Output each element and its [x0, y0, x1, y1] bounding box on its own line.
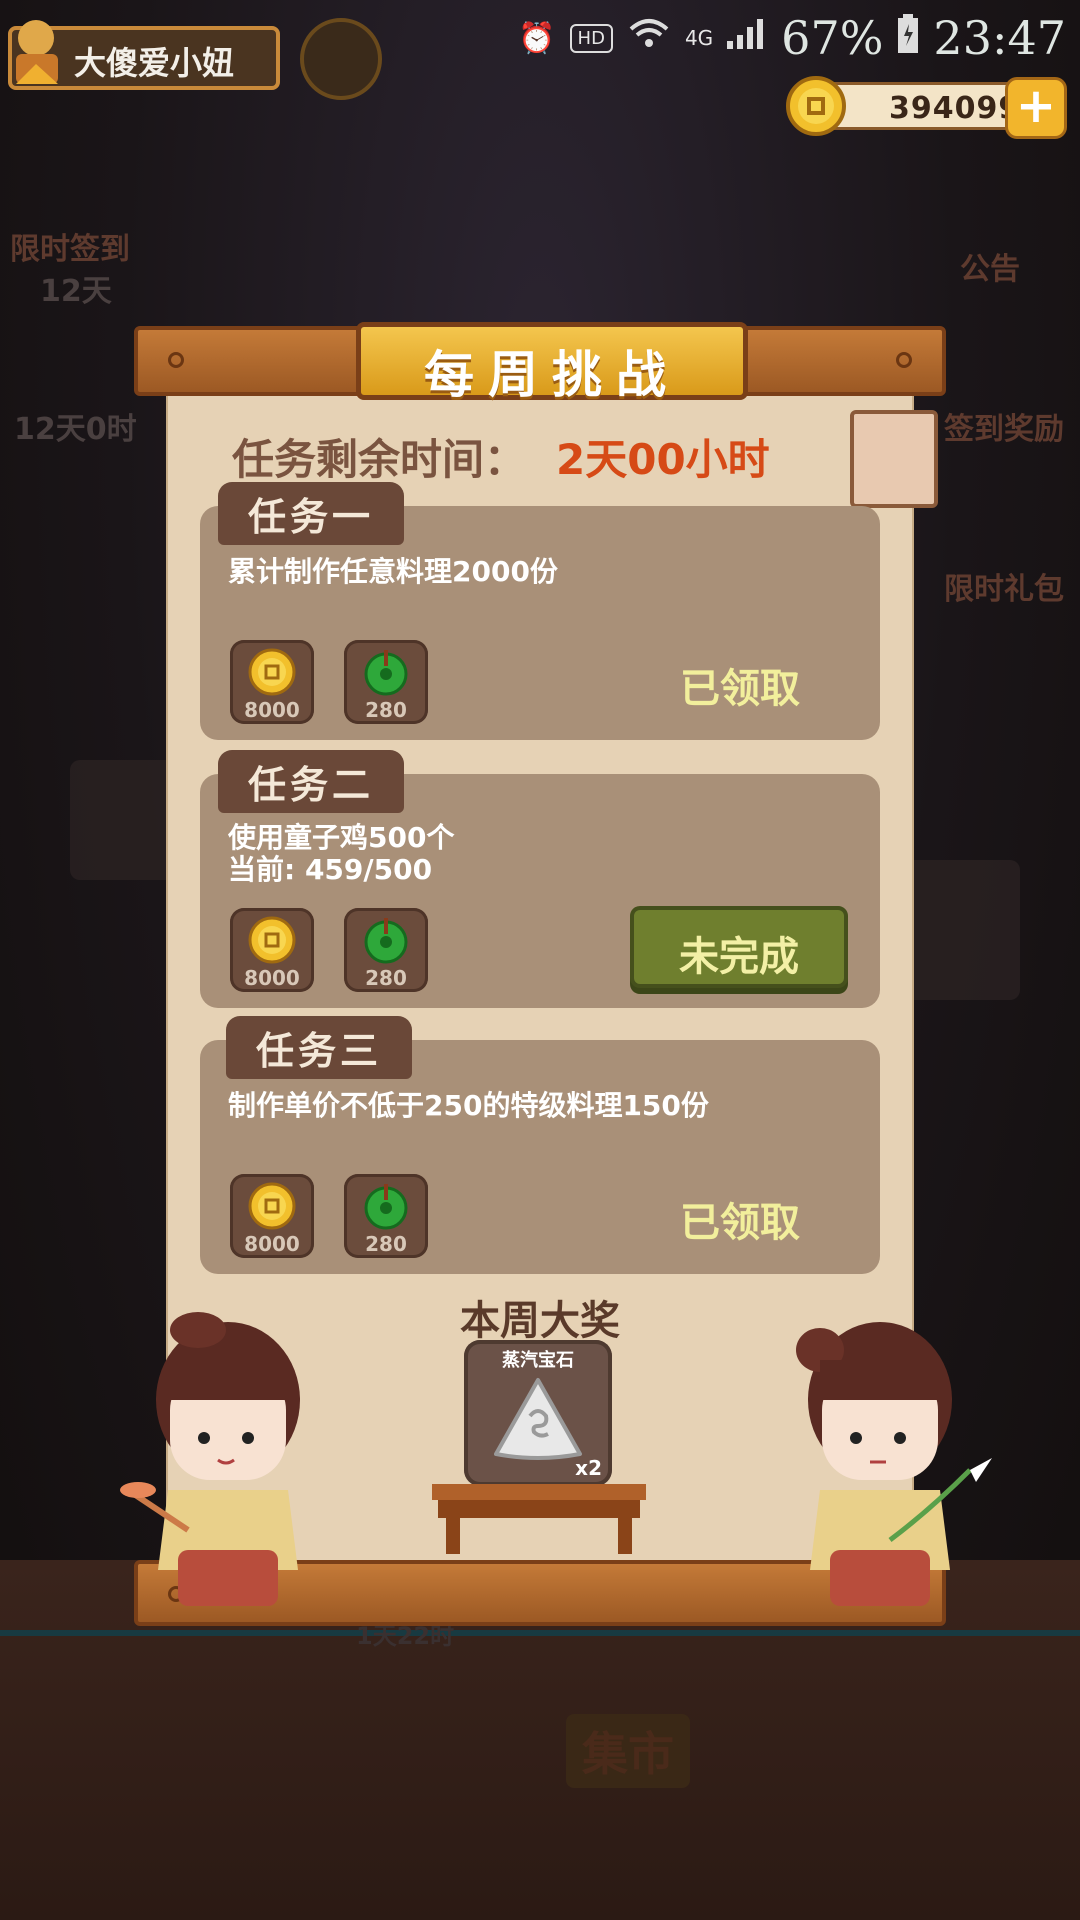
green-jade-icon	[362, 1182, 410, 1234]
network-type: 4G	[684, 26, 714, 50]
claimed-status: 已领取	[680, 1200, 800, 1246]
player-name-plate[interactable]: 大傻爱小妞	[8, 20, 280, 90]
bg-shop-left	[70, 760, 180, 880]
reward-amount: 8000	[244, 698, 300, 722]
reward-coin: 8000	[230, 908, 314, 992]
grand-prize-item[interactable]: 蒸汽宝石 x2	[464, 1340, 612, 1486]
gold-coin-icon	[785, 75, 847, 141]
reward-amount: 280	[365, 698, 407, 722]
signal-icon	[727, 19, 767, 57]
announcement-label[interactable]: 公告	[960, 244, 1020, 288]
reward-amount: 8000	[244, 1232, 300, 1256]
task-tab: 任务三	[226, 1016, 413, 1079]
prize-name: 蒸汽宝石	[502, 1350, 574, 1371]
bg-stripe	[0, 1630, 1080, 1636]
gold-coin-icon	[248, 1182, 296, 1234]
bg-shop-right	[900, 860, 1020, 1000]
clock: 23:47	[933, 11, 1066, 65]
task-description: 使用童子鸡500个	[228, 821, 455, 854]
player-name: 大傻爱小妞	[74, 44, 235, 82]
reward-jade: 280	[344, 908, 428, 992]
claimed-status: 已领取	[680, 666, 800, 712]
reward-amount: 8000	[244, 966, 300, 990]
green-jade-icon	[362, 916, 410, 968]
gold-coin-icon	[248, 648, 296, 700]
coin-amount: 394099	[889, 91, 1021, 126]
remaining-time: 任务剩余时间： 2天00小时	[232, 426, 770, 487]
task-tab: 任务二	[218, 750, 405, 813]
rail-peg	[896, 352, 912, 368]
left-item2-timer: 12天0时	[14, 412, 137, 447]
reward-jade: 280	[344, 1174, 428, 1258]
reward-amount: 280	[365, 1232, 407, 1256]
reward-coin: 8000	[230, 1174, 314, 1258]
top-rank-icon[interactable]	[300, 18, 382, 100]
add-coins-button[interactable]: +	[1005, 77, 1067, 139]
market-label[interactable]: 集市	[566, 1714, 690, 1788]
lantern-icon	[850, 410, 938, 508]
alarm-icon: ⏰	[518, 20, 556, 56]
prize-quantity: x2	[575, 1456, 602, 1480]
hd-badge: HD	[569, 23, 613, 53]
display-table	[432, 1484, 646, 1554]
rail-peg	[168, 352, 184, 368]
battery-icon	[897, 14, 919, 62]
gold-coin-icon	[248, 916, 296, 968]
left-maid-character	[120, 1312, 300, 1606]
right-maid-character	[796, 1322, 992, 1606]
task-description: 累计制作任意料理2000份	[228, 555, 558, 588]
sign-in-reward-label[interactable]: 签到奖励	[944, 404, 1064, 448]
limited-sign-in-label[interactable]: 限时签到	[10, 224, 130, 268]
steam-gem-icon	[494, 1378, 582, 1460]
task-progress: 当前: 459/500	[228, 853, 433, 886]
limited-sign-in-days: 12天	[40, 274, 112, 309]
battery-percent: 67%	[781, 11, 884, 65]
coin-balance: 394099 +	[786, 76, 1067, 139]
reward-coin: 8000	[230, 640, 314, 724]
limited-gift-label[interactable]: 限时礼包	[944, 564, 1064, 608]
modal-title: 每周挑战	[424, 346, 680, 404]
modal-title-plate: 每周挑战	[356, 322, 748, 404]
task-description: 制作单价不低于250的特级料理150份	[228, 1089, 709, 1122]
green-jade-icon	[362, 648, 410, 700]
incomplete-button[interactable]: 未完成	[630, 906, 848, 988]
player-avatar-icon	[6, 12, 70, 92]
remaining-value: 2天00小时	[556, 435, 770, 484]
wifi-icon	[627, 17, 671, 59]
reward-jade: 280	[344, 640, 428, 724]
task-tab: 任务一	[218, 482, 405, 545]
remaining-label: 任务剩余时间：	[232, 435, 527, 484]
reward-amount: 280	[365, 966, 407, 990]
status-bar: ⏰ HD 4G 67% 23:47	[518, 8, 1066, 68]
incomplete-button-label: 未完成	[679, 934, 799, 980]
